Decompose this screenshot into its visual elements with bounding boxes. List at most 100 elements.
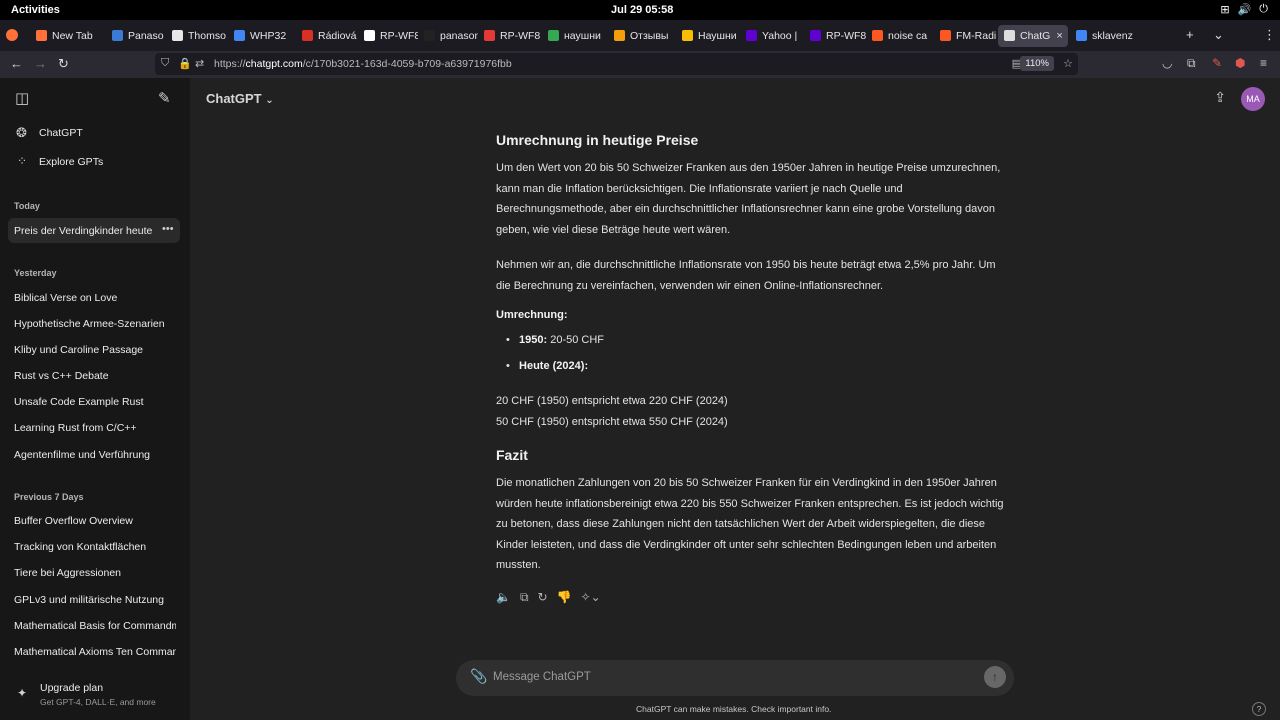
volume-icon: 🔊 [1237,4,1252,16]
reload-button[interactable]: ↻ [58,56,69,72]
chat-item[interactable]: Kliby und Caroline Passage [14,344,176,356]
chat-item[interactable]: Mathematical Basis for Commandm [14,620,176,632]
message-composer[interactable]: 📎 Message ChatGPT ↑ [456,660,1014,696]
heading-fazit: Fazit [496,447,528,463]
chat-item[interactable]: Hypothetische Armee-Szenarien [14,318,176,330]
new-tab-button[interactable]: + [1186,27,1194,42]
browser-tab[interactable]: Panaso [106,20,166,51]
browser-tab[interactable]: Отзывы [608,20,676,51]
model-selector[interactable]: ChatGPT ⌄ [206,91,274,106]
pocket-icon[interactable]: ◡ [1162,56,1172,70]
tab-favicon-icon [940,30,951,41]
calc-label: Umrechnung: [496,309,568,321]
chat-item[interactable]: Mathematical Axioms Ten Comman [14,646,176,658]
chat-item[interactable]: Buffer Overflow Overview [14,515,176,527]
browser-tab[interactable]: RP-WF8 [358,20,418,51]
browser-tab[interactable]: Rádiová [296,20,358,51]
tab-label: panason [440,29,478,42]
chat-item[interactable]: Learning Rust from C/C++ [14,422,176,434]
browser-tab[interactable]: Наушни [676,20,740,51]
system-tray[interactable]: ⊞ 🔊 ⏻ [1220,3,1268,16]
chat-item[interactable]: Rust vs C++ Debate [14,370,176,382]
tab-favicon-icon [424,30,435,41]
browser-tab[interactable]: WHP32 [228,20,296,51]
tab-label: Отзывы [630,29,669,42]
chat-item[interactable]: Biblical Verse on Love [14,292,176,304]
chat-item[interactable]: Tracking von Kontaktflächen [14,541,176,553]
regenerate-icon[interactable]: ↻ [538,590,548,605]
browser-tab[interactable]: sklavenz [1070,20,1138,51]
extension-red-icon[interactable]: ✎ [1212,56,1222,70]
model-switch-icon[interactable]: ✧⌄ [581,590,601,605]
close-tab-icon[interactable]: × [1056,30,1062,42]
result-line: 50 CHF (1950) entspricht etwa 550 CHF (2… [496,416,728,428]
chat-item[interactable]: Agentenfilme und Verführung [14,449,176,461]
tab-label: Panaso [128,29,164,42]
chat-item[interactable]: GPLv3 und militärische Nutzung [14,594,176,606]
browser-nav-bar: ← → ↻ ⛉ 🔒 ⇄ https://chatgpt.com/c/170b30… [0,51,1280,78]
browser-tab[interactable]: RP-WF8 [478,20,542,51]
tab-label: sklavenz [1092,29,1133,42]
nav-chatgpt-label: ChatGPT [39,127,83,139]
forward-button[interactable]: → [34,56,47,71]
send-button[interactable]: ↑ [984,666,1006,688]
browser-tab[interactable]: Thomso [166,20,228,51]
browser-tab-bar: New Tab Panaso Thomso WHP32 Rádiová RP-WF8 pan… [0,20,1280,51]
shield-icon: ⛉ [161,57,170,69]
chatgpt-logo-icon: ❂ [16,125,27,140]
sidebar-toggle-icon[interactable]: ◫ [15,89,29,107]
tab-favicon-icon [112,30,123,41]
window-controls[interactable]: ⋮ [1263,27,1276,43]
tab-list-chevron-icon[interactable]: ⌄ [1213,27,1224,43]
browser-tab[interactable]: noise ca [866,20,934,51]
read-aloud-icon[interactable]: 🔈 [496,590,511,605]
ublock-icon[interactable]: ⬢ [1235,56,1245,70]
tab-favicon-icon [1004,30,1015,41]
message-input[interactable]: Message ChatGPT [493,671,591,683]
chat-item[interactable]: Unsafe Code Example Rust [14,396,176,408]
list-item-text: 20-50 CHF [547,334,605,346]
firefox-menu-icon[interactable] [6,29,18,41]
power-icon: ⏻ [1259,3,1268,15]
url-domain: chatgpt.com [245,58,303,70]
browser-tab[interactable]: panason [418,20,478,51]
extensions-icon[interactable]: ⧉ [1187,56,1196,71]
browser-tab[interactable]: New Tab [30,20,106,51]
paragraph: Die monatlichen Zahlungen von 20 bis 50 … [496,477,1004,572]
avatar[interactable]: MA [1241,87,1265,111]
help-icon[interactable]: ? [1252,702,1266,716]
browser-tab[interactable]: RP-WF8 [804,20,866,51]
tab-favicon-icon [872,30,883,41]
tab-favicon-icon [302,30,313,41]
browser-tab[interactable]: наушни [542,20,608,51]
tab-label: RP-WF8 [380,29,418,42]
thumbs-down-icon[interactable]: 👎 [557,590,572,605]
url-bar[interactable]: ⛉ 🔒 ⇄ https://chatgpt.com/c/170b3021-163… [155,53,1078,75]
disclaimer: ChatGPT can make mistakes. Check importa… [636,704,832,714]
chat-item-active[interactable]: Preis der Verdingkinder heute [14,225,176,237]
tab-favicon-icon [614,30,625,41]
tab-label: FM-Radi [956,29,996,42]
zoom-level[interactable]: 110% [1020,56,1054,71]
browser-tab[interactable]: FM-Radi [934,20,996,51]
chat-options-icon[interactable]: ••• [162,223,174,235]
list-item: • Heute (2024): [506,360,589,372]
section-heading-today: Today [14,201,40,211]
activities-button[interactable]: Activities [11,4,60,16]
bookmark-star-icon[interactable]: ☆ [1063,57,1073,70]
tab-favicon-icon [746,30,757,41]
chat-item[interactable]: Tiere bei Aggressionen [14,567,176,579]
copy-icon[interactable]: ⧉ [520,590,529,605]
tab-favicon-icon [810,30,821,41]
menu-icon[interactable]: ≡ [1260,56,1267,70]
back-button[interactable]: ← [10,56,23,71]
browser-tab[interactable]: Yahoo | [740,20,804,51]
attach-icon[interactable]: 📎 [470,668,487,685]
share-icon[interactable]: ⇪ [1214,89,1226,106]
new-chat-icon[interactable]: ✎ [158,89,171,107]
upgrade-subtitle: Get GPT-4, DALL·E, and more [40,697,156,707]
tab-active[interactable]: ChatG × [998,24,1068,47]
clock[interactable]: Jul 29 05:58 [611,4,673,16]
grid-icon: ⁘ [17,154,28,168]
result-line: 20 CHF (1950) entspricht etwa 220 CHF (2… [496,395,728,407]
